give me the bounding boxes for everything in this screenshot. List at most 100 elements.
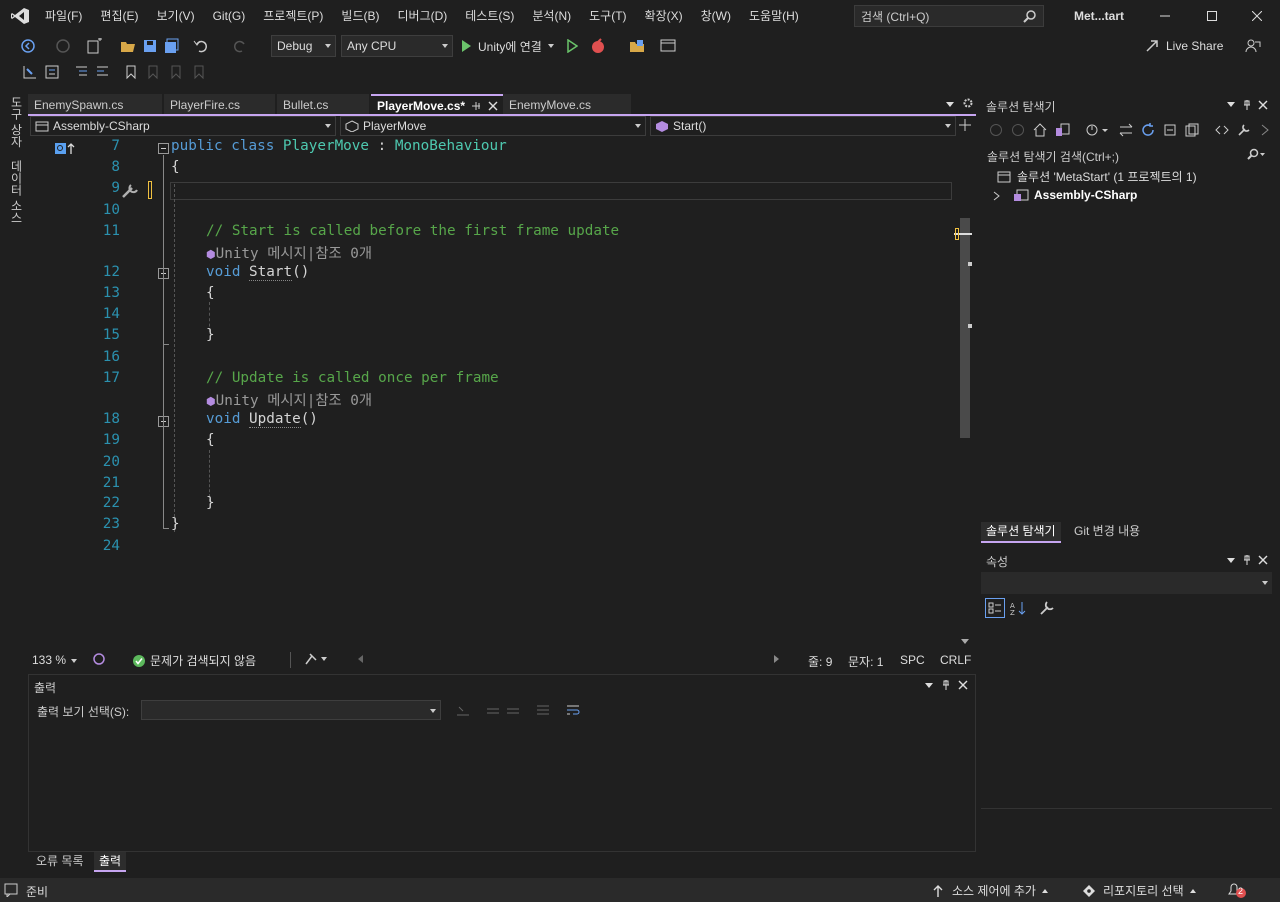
line-indicator[interactable]: 줄: 9 bbox=[808, 653, 832, 670]
property-pages-icon[interactable] bbox=[1039, 600, 1055, 616]
codelens-update[interactable]: ⬢Unity 메시지|참조 0개 bbox=[206, 389, 372, 410]
decrease-indent-icon[interactable] bbox=[73, 64, 89, 80]
clear-all-icon[interactable] bbox=[535, 703, 551, 717]
categorized-icon[interactable] bbox=[985, 598, 1005, 618]
pin-tab-icon[interactable] bbox=[471, 100, 481, 112]
solution-node[interactable]: 솔루션 'MetaStart' (1 프로젝트의 1) bbox=[997, 168, 1197, 185]
panel-menu-icon[interactable] bbox=[925, 683, 933, 688]
undo-icon[interactable] bbox=[193, 38, 211, 54]
menu-item[interactable]: 테스트(S) bbox=[456, 0, 523, 32]
menu-item[interactable]: 확장(X) bbox=[636, 0, 692, 32]
scroll-right-icon[interactable] bbox=[774, 655, 779, 663]
pin-icon[interactable] bbox=[1242, 99, 1252, 111]
home-icon[interactable] bbox=[1033, 123, 1047, 137]
menu-item[interactable]: 빌드(B) bbox=[332, 0, 388, 32]
configuration-dropdown[interactable]: Debug bbox=[271, 35, 336, 57]
properties-wrench-icon[interactable] bbox=[1237, 123, 1251, 137]
tab-playermove[interactable]: PlayerMove.cs* bbox=[371, 94, 505, 116]
hot-reload-icon[interactable] bbox=[590, 38, 606, 54]
forward-icon[interactable] bbox=[1011, 123, 1025, 137]
live-share-button[interactable]: Live Share bbox=[1145, 39, 1223, 53]
object-selector-dropdown[interactable] bbox=[981, 572, 1272, 594]
select-repository-button[interactable]: 리포지토리 선택 bbox=[1082, 882, 1196, 899]
tab-enemymove[interactable]: EnemyMove.cs bbox=[503, 94, 631, 116]
menu-item[interactable]: 창(W) bbox=[692, 0, 740, 32]
override-indicator-icon[interactable] bbox=[54, 142, 76, 156]
close-panel-icon[interactable] bbox=[1258, 100, 1268, 110]
search-input[interactable]: 검색 (Ctrl+Q) bbox=[854, 5, 1044, 27]
tab-solution-explorer[interactable]: 솔루션 탐색기 bbox=[981, 522, 1061, 543]
prev-bookmark-icon[interactable] bbox=[146, 64, 160, 80]
collapse-toolbar-icon[interactable] bbox=[1260, 123, 1270, 137]
redo-icon[interactable] bbox=[230, 38, 248, 54]
notifications-button[interactable]: 2 bbox=[1226, 881, 1248, 899]
refresh-icon[interactable] bbox=[1141, 123, 1155, 137]
view-code-icon[interactable] bbox=[1215, 123, 1229, 137]
menu-item[interactable]: 디버그(D) bbox=[388, 0, 456, 32]
column-indicator[interactable]: 문자: 1 bbox=[848, 653, 883, 670]
zoom-dropdown[interactable]: 133 % bbox=[32, 653, 78, 667]
menu-item[interactable]: 편집(E) bbox=[91, 0, 147, 32]
line-ending-indicator[interactable]: CRLF bbox=[940, 653, 971, 667]
save-all-icon[interactable] bbox=[164, 38, 180, 54]
issues-indicator[interactable]: 문제가 검색되지 않음 bbox=[132, 652, 256, 669]
codelens-start[interactable]: ⬢Unity 메시지|참조 0개 bbox=[206, 242, 372, 263]
quick-info-icon[interactable] bbox=[22, 64, 38, 80]
member-dropdown[interactable]: Start() bbox=[650, 116, 956, 136]
start-without-debugging-icon[interactable] bbox=[566, 39, 578, 53]
scrollbar-thumb[interactable] bbox=[960, 218, 970, 438]
expand-arrow-icon[interactable] bbox=[993, 191, 1001, 201]
solution-search-input[interactable]: 솔루션 탐색기 검색(Ctrl+;) bbox=[981, 145, 1280, 165]
solution-folder-icon[interactable] bbox=[629, 38, 645, 54]
collapse-all-icon[interactable] bbox=[1163, 123, 1177, 137]
feedback-icon[interactable] bbox=[1245, 38, 1261, 54]
tab-bullet[interactable]: Bullet.cs bbox=[277, 94, 369, 116]
pin-icon[interactable] bbox=[941, 679, 951, 691]
menu-item[interactable]: 파일(F) bbox=[36, 0, 91, 32]
new-project-icon[interactable] bbox=[86, 38, 104, 54]
find-message-icon[interactable] bbox=[455, 703, 471, 717]
navigate-back-icon[interactable] bbox=[20, 38, 36, 54]
clear-bookmarks-icon[interactable] bbox=[192, 64, 206, 80]
menu-item[interactable]: 도구(T) bbox=[580, 0, 635, 32]
add-to-source-control-button[interactable]: 소스 제어에 추가 bbox=[932, 882, 1048, 899]
pending-changes-filter-icon[interactable] bbox=[1085, 123, 1109, 137]
increase-indent-icon[interactable] bbox=[94, 64, 110, 80]
data-sources-tab[interactable]: 데이터 소스 bbox=[8, 160, 25, 223]
platform-dropdown[interactable]: Any CPU bbox=[341, 35, 453, 57]
project-dropdown[interactable]: Assembly-CSharp bbox=[30, 116, 336, 136]
whitespace-indicator[interactable]: SPC bbox=[900, 653, 925, 667]
menu-item[interactable]: 프로젝트(P) bbox=[254, 0, 332, 32]
open-file-icon[interactable] bbox=[120, 38, 136, 54]
close-window-button[interactable] bbox=[1234, 0, 1280, 32]
code-editor[interactable]: 7 8 9 10 11 12 13 14 15 16 17 18 19 20 21 22 23 24 public… bbox=[28, 138, 976, 650]
save-icon[interactable] bbox=[142, 38, 158, 54]
fold-class-icon[interactable] bbox=[158, 143, 169, 154]
tab-error-list[interactable]: 오류 목록 bbox=[30, 852, 90, 872]
panel-menu-icon[interactable] bbox=[1227, 102, 1235, 107]
pin-icon[interactable] bbox=[1242, 554, 1252, 566]
start-debugging-button[interactable]: Unity에 연결 bbox=[460, 37, 554, 55]
sync-with-document-icon[interactable] bbox=[1119, 123, 1133, 137]
close-panel-icon[interactable] bbox=[958, 680, 968, 690]
back-icon[interactable] bbox=[989, 123, 1003, 137]
toolbox-tab[interactable]: 도구 상자 bbox=[8, 96, 25, 147]
tab-output[interactable]: 출력 bbox=[94, 852, 127, 872]
minimize-button[interactable] bbox=[1142, 0, 1188, 32]
tab-enemyspawn[interactable]: EnemySpawn.cs bbox=[28, 94, 162, 116]
navigate-forward-icon[interactable] bbox=[55, 38, 71, 54]
word-wrap-icon[interactable] bbox=[565, 703, 581, 717]
alphabetical-icon[interactable]: AZ bbox=[1010, 601, 1026, 615]
project-node[interactable]: Assembly-CSharp bbox=[1013, 188, 1137, 202]
parameter-info-icon[interactable] bbox=[44, 64, 60, 80]
tab-playerfire[interactable]: PlayerFire.cs bbox=[164, 94, 275, 116]
tab-git-changes[interactable]: Git 변경 내용 bbox=[1069, 522, 1145, 543]
panel-menu-icon[interactable] bbox=[1227, 558, 1235, 563]
next-message-icon[interactable] bbox=[505, 703, 521, 717]
show-all-files-icon[interactable] bbox=[1185, 123, 1199, 137]
scroll-down-icon[interactable] bbox=[961, 639, 969, 644]
code-cleanup-icon[interactable] bbox=[304, 652, 330, 666]
maximize-button[interactable] bbox=[1189, 0, 1235, 32]
split-view-icon[interactable] bbox=[958, 118, 972, 132]
editor-vertical-scrollbar[interactable] bbox=[954, 138, 972, 650]
